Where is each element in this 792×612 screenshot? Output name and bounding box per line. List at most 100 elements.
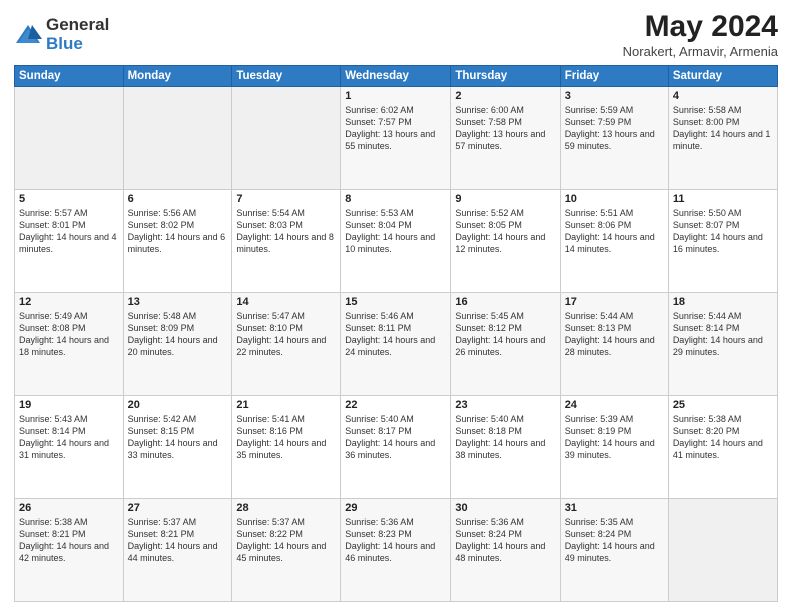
day-cell: 15 Sunrise: 5:46 AM Sunset: 8:11 PM Dayli… <box>341 293 451 396</box>
page: General Blue May 2024 Norakert, Armavir,… <box>0 0 792 612</box>
logo-text: General Blue <box>46 16 109 53</box>
col-wednesday: Wednesday <box>341 66 451 87</box>
day-number: 29 <box>345 502 446 514</box>
day-detail: Sunrise: 5:46 AM Sunset: 8:11 PM Dayligh… <box>345 310 446 359</box>
header: General Blue May 2024 Norakert, Armavir,… <box>14 10 778 59</box>
week-row-0: 1 Sunrise: 6:02 AM Sunset: 7:57 PM Daylig… <box>15 87 778 190</box>
day-cell: 12 Sunrise: 5:49 AM Sunset: 8:08 PM Dayli… <box>15 293 124 396</box>
day-number: 22 <box>345 399 446 411</box>
day-detail: Sunrise: 5:44 AM Sunset: 8:14 PM Dayligh… <box>673 310 773 359</box>
day-detail: Sunrise: 5:37 AM Sunset: 8:22 PM Dayligh… <box>236 516 336 565</box>
day-detail: Sunrise: 5:49 AM Sunset: 8:08 PM Dayligh… <box>19 310 119 359</box>
day-number: 15 <box>345 296 446 308</box>
day-detail: Sunrise: 5:36 AM Sunset: 8:23 PM Dayligh… <box>345 516 446 565</box>
col-saturday: Saturday <box>668 66 777 87</box>
week-row-4: 26 Sunrise: 5:38 AM Sunset: 8:21 PM Dayli… <box>15 499 778 602</box>
day-cell: 11Sunrise: 5:50 AM Sunset: 8:07 PM Dayli… <box>668 190 777 293</box>
day-number: 11 <box>673 193 773 205</box>
day-number: 7 <box>236 193 336 205</box>
day-cell: 1 Sunrise: 6:02 AM Sunset: 7:57 PM Daylig… <box>341 87 451 190</box>
day-cell: 9 Sunrise: 5:52 AM Sunset: 8:05 PM Daylig… <box>451 190 560 293</box>
day-detail: Sunrise: 5:52 AM Sunset: 8:05 PM Dayligh… <box>455 207 555 256</box>
day-cell: 7Sunrise: 5:54 AM Sunset: 8:03 PM Daylig… <box>232 190 341 293</box>
logo-general: General <box>46 16 109 35</box>
day-number: 9 <box>455 193 555 205</box>
day-cell <box>123 87 232 190</box>
day-cell: 19Sunrise: 5:43 AM Sunset: 8:14 PM Dayli… <box>15 396 124 499</box>
day-detail: Sunrise: 5:45 AM Sunset: 8:12 PM Dayligh… <box>455 310 555 359</box>
col-thursday: Thursday <box>451 66 560 87</box>
day-cell: 25 Sunrise: 5:38 AM Sunset: 8:20 PM Dayli… <box>668 396 777 499</box>
day-number: 23 <box>455 399 555 411</box>
logo-blue: Blue <box>46 35 109 54</box>
day-detail: Sunrise: 5:47 AM Sunset: 8:10 PM Dayligh… <box>236 310 336 359</box>
day-number: 8 <box>345 193 446 205</box>
day-number: 16 <box>455 296 555 308</box>
day-detail: Sunrise: 5:53 AM Sunset: 8:04 PM Dayligh… <box>345 207 446 256</box>
day-detail: Sunrise: 5:38 AM Sunset: 8:21 PM Dayligh… <box>19 516 119 565</box>
day-number: 25 <box>673 399 773 411</box>
day-number: 20 <box>128 399 228 411</box>
day-cell: 22Sunrise: 5:40 AM Sunset: 8:17 PM Dayli… <box>341 396 451 499</box>
day-cell: 18 Sunrise: 5:44 AM Sunset: 8:14 PM Dayli… <box>668 293 777 396</box>
day-number: 21 <box>236 399 336 411</box>
header-row: Sunday Monday Tuesday Wednesday Thursday… <box>15 66 778 87</box>
day-number: 18 <box>673 296 773 308</box>
col-sunday: Sunday <box>15 66 124 87</box>
day-number: 5 <box>19 193 119 205</box>
day-detail: Sunrise: 5:42 AM Sunset: 8:15 PM Dayligh… <box>128 413 228 462</box>
day-cell: 26 Sunrise: 5:38 AM Sunset: 8:21 PM Dayli… <box>15 499 124 602</box>
day-detail: Sunrise: 5:51 AM Sunset: 8:06 PM Dayligh… <box>565 207 664 256</box>
day-detail: Sunrise: 5:59 AM Sunset: 7:59 PM Dayligh… <box>565 104 664 153</box>
day-number: 1 <box>345 90 446 102</box>
day-cell: 28 Sunrise: 5:37 AM Sunset: 8:22 PM Dayli… <box>232 499 341 602</box>
day-number: 12 <box>19 296 119 308</box>
day-cell: 10 Sunrise: 5:51 AM Sunset: 8:06 PM Dayli… <box>560 190 668 293</box>
day-detail: Sunrise: 5:41 AM Sunset: 8:16 PM Dayligh… <box>236 413 336 462</box>
day-cell: 8 Sunrise: 5:53 AM Sunset: 8:04 PM Daylig… <box>341 190 451 293</box>
day-detail: Sunrise: 5:35 AM Sunset: 8:24 PM Dayligh… <box>565 516 664 565</box>
day-detail: Sunrise: 6:00 AM Sunset: 7:58 PM Dayligh… <box>455 104 555 153</box>
day-cell: 6 Sunrise: 5:56 AM Sunset: 8:02 PM Daylig… <box>123 190 232 293</box>
day-detail: Sunrise: 5:40 AM Sunset: 8:18 PM Dayligh… <box>455 413 555 462</box>
day-cell: 14Sunrise: 5:47 AM Sunset: 8:10 PM Dayli… <box>232 293 341 396</box>
day-number: 27 <box>128 502 228 514</box>
day-detail: Sunrise: 5:56 AM Sunset: 8:02 PM Dayligh… <box>128 207 228 256</box>
day-detail: Sunrise: 5:58 AM Sunset: 8:00 PM Dayligh… <box>673 104 773 153</box>
day-number: 17 <box>565 296 664 308</box>
day-cell <box>668 499 777 602</box>
day-detail: Sunrise: 5:39 AM Sunset: 8:19 PM Dayligh… <box>565 413 664 462</box>
day-cell: 16 Sunrise: 5:45 AM Sunset: 8:12 PM Dayli… <box>451 293 560 396</box>
day-detail: Sunrise: 5:44 AM Sunset: 8:13 PM Dayligh… <box>565 310 664 359</box>
location: Norakert, Armavir, Armenia <box>623 44 778 59</box>
col-tuesday: Tuesday <box>232 66 341 87</box>
day-number: 28 <box>236 502 336 514</box>
logo-icon <box>14 21 42 49</box>
day-number: 10 <box>565 193 664 205</box>
day-number: 3 <box>565 90 664 102</box>
day-detail: Sunrise: 5:38 AM Sunset: 8:20 PM Dayligh… <box>673 413 773 462</box>
day-number: 2 <box>455 90 555 102</box>
day-cell: 23 Sunrise: 5:40 AM Sunset: 8:18 PM Dayli… <box>451 396 560 499</box>
day-number: 26 <box>19 502 119 514</box>
day-cell: 31 Sunrise: 5:35 AM Sunset: 8:24 PM Dayli… <box>560 499 668 602</box>
day-detail: Sunrise: 5:48 AM Sunset: 8:09 PM Dayligh… <box>128 310 228 359</box>
day-cell: 21 Sunrise: 5:41 AM Sunset: 8:16 PM Dayli… <box>232 396 341 499</box>
day-cell: 13 Sunrise: 5:48 AM Sunset: 8:09 PM Dayli… <box>123 293 232 396</box>
day-cell <box>232 87 341 190</box>
day-cell: 29 Sunrise: 5:36 AM Sunset: 8:23 PM Dayli… <box>341 499 451 602</box>
day-number: 6 <box>128 193 228 205</box>
day-number: 31 <box>565 502 664 514</box>
day-cell <box>15 87 124 190</box>
day-cell: 3 Sunrise: 5:59 AM Sunset: 7:59 PM Daylig… <box>560 87 668 190</box>
day-detail: Sunrise: 5:37 AM Sunset: 8:21 PM Dayligh… <box>128 516 228 565</box>
day-cell: 5Sunrise: 5:57 AM Sunset: 8:01 PM Daylig… <box>15 190 124 293</box>
col-monday: Monday <box>123 66 232 87</box>
day-cell: 17 Sunrise: 5:44 AM Sunset: 8:13 PM Dayli… <box>560 293 668 396</box>
week-row-3: 19Sunrise: 5:43 AM Sunset: 8:14 PM Dayli… <box>15 396 778 499</box>
day-detail: Sunrise: 6:02 AM Sunset: 7:57 PM Dayligh… <box>345 104 446 153</box>
title-block: May 2024 Norakert, Armavir, Armenia <box>623 10 778 59</box>
day-number: 13 <box>128 296 228 308</box>
day-cell: 24Sunrise: 5:39 AM Sunset: 8:19 PM Dayli… <box>560 396 668 499</box>
day-cell: 2 Sunrise: 6:00 AM Sunset: 7:58 PM Daylig… <box>451 87 560 190</box>
